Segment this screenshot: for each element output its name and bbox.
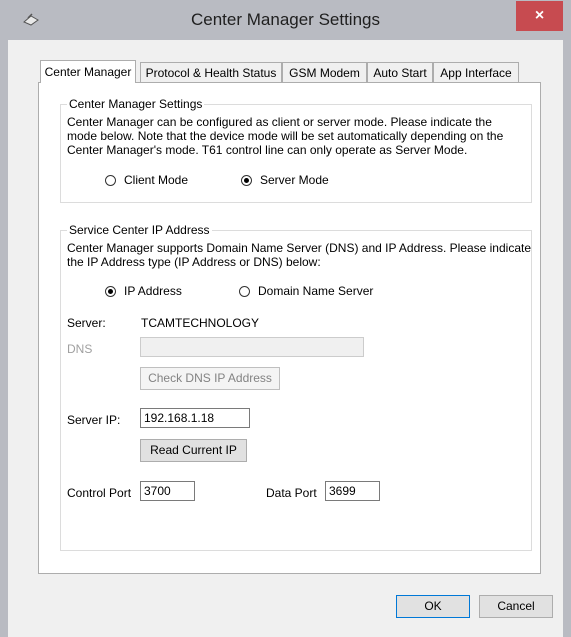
- tab-protocol-health-status[interactable]: Protocol & Health Status: [140, 62, 282, 82]
- description-line: Center Manager can be configured as clie…: [67, 115, 492, 129]
- data-port-label: Data Port: [266, 486, 317, 500]
- control-port-label: Control Port: [67, 486, 132, 500]
- description-line: Center Manager supports Domain Name Serv…: [67, 241, 531, 255]
- control-port-input[interactable]: 3700: [140, 481, 195, 501]
- close-icon: ×: [534, 7, 545, 24]
- ok-button[interactable]: OK: [396, 595, 470, 618]
- title-bar[interactable]: Center Manager Settings ×: [0, 0, 571, 40]
- dns-radio[interactable]: Domain Name Server: [239, 283, 373, 299]
- radio-label: IP Address: [124, 284, 182, 298]
- window-title: Center Manager Settings: [191, 10, 380, 29]
- dialog-window: Center Manager Settings × Center Manager…: [0, 0, 571, 637]
- radio-unchecked-icon: [105, 175, 116, 186]
- read-current-ip-button[interactable]: Read Current IP: [140, 439, 247, 462]
- client-mode-radio[interactable]: Client Mode: [105, 172, 188, 188]
- description-line: the IP Address type (IP Address or DNS) …: [67, 255, 321, 269]
- group-description: Center Manager can be configured as clie…: [67, 115, 503, 157]
- description-line: mode below. Note that the device mode wi…: [67, 129, 504, 143]
- ip-address-radio[interactable]: IP Address: [105, 283, 182, 299]
- server-ip-label: Server IP:: [67, 413, 121, 427]
- radio-checked-icon: [241, 175, 252, 186]
- server-value: TCAMTECHNOLOGY: [141, 316, 260, 330]
- dialog-client-area: Center Manager Protocol & Health Status …: [8, 40, 563, 637]
- radio-label: Server Mode: [260, 173, 329, 187]
- tab-label: Center Manager: [44, 65, 132, 79]
- tab-label: App Interface: [440, 66, 512, 80]
- data-port-input[interactable]: 3699: [325, 481, 380, 501]
- close-button[interactable]: ×: [516, 1, 563, 31]
- radio-unchecked-icon: [239, 286, 250, 297]
- group-title: Center Manager Settings: [67, 97, 205, 111]
- tab-label: GSM Modem: [289, 66, 360, 80]
- tab-auto-start[interactable]: Auto Start: [367, 62, 433, 82]
- radio-checked-icon: [105, 286, 116, 297]
- dns-label: DNS: [67, 342, 93, 356]
- check-dns-ip-button[interactable]: Check DNS IP Address: [140, 367, 280, 390]
- tab-label: Protocol & Health Status: [145, 66, 277, 80]
- center-manager-settings-group: Center Manager Settings Center Manager c…: [60, 97, 532, 203]
- server-label: Server:: [67, 316, 106, 330]
- service-center-ip-group: Service Center IP Address Center Manager…: [60, 223, 532, 551]
- tab-page-center-manager: Center Manager Settings Center Manager c…: [38, 82, 541, 574]
- server-mode-radio[interactable]: Server Mode: [241, 172, 329, 188]
- radio-label: Domain Name Server: [258, 284, 374, 298]
- cancel-button[interactable]: Cancel: [479, 595, 553, 618]
- tab-app-interface[interactable]: App Interface: [433, 62, 519, 82]
- group-title: Service Center IP Address: [67, 223, 212, 237]
- tab-label: Auto Start: [373, 66, 427, 80]
- dns-input[interactable]: [140, 337, 364, 357]
- tab-gsm-modem[interactable]: GSM Modem: [282, 62, 367, 82]
- description-line: Center Manager's mode. T61 control line …: [67, 143, 468, 157]
- group-description: Center Manager supports Domain Name Serv…: [67, 241, 531, 269]
- server-ip-input[interactable]: 192.168.1.18: [140, 408, 250, 428]
- radio-label: Client Mode: [124, 173, 189, 187]
- tab-center-manager[interactable]: Center Manager: [40, 60, 136, 83]
